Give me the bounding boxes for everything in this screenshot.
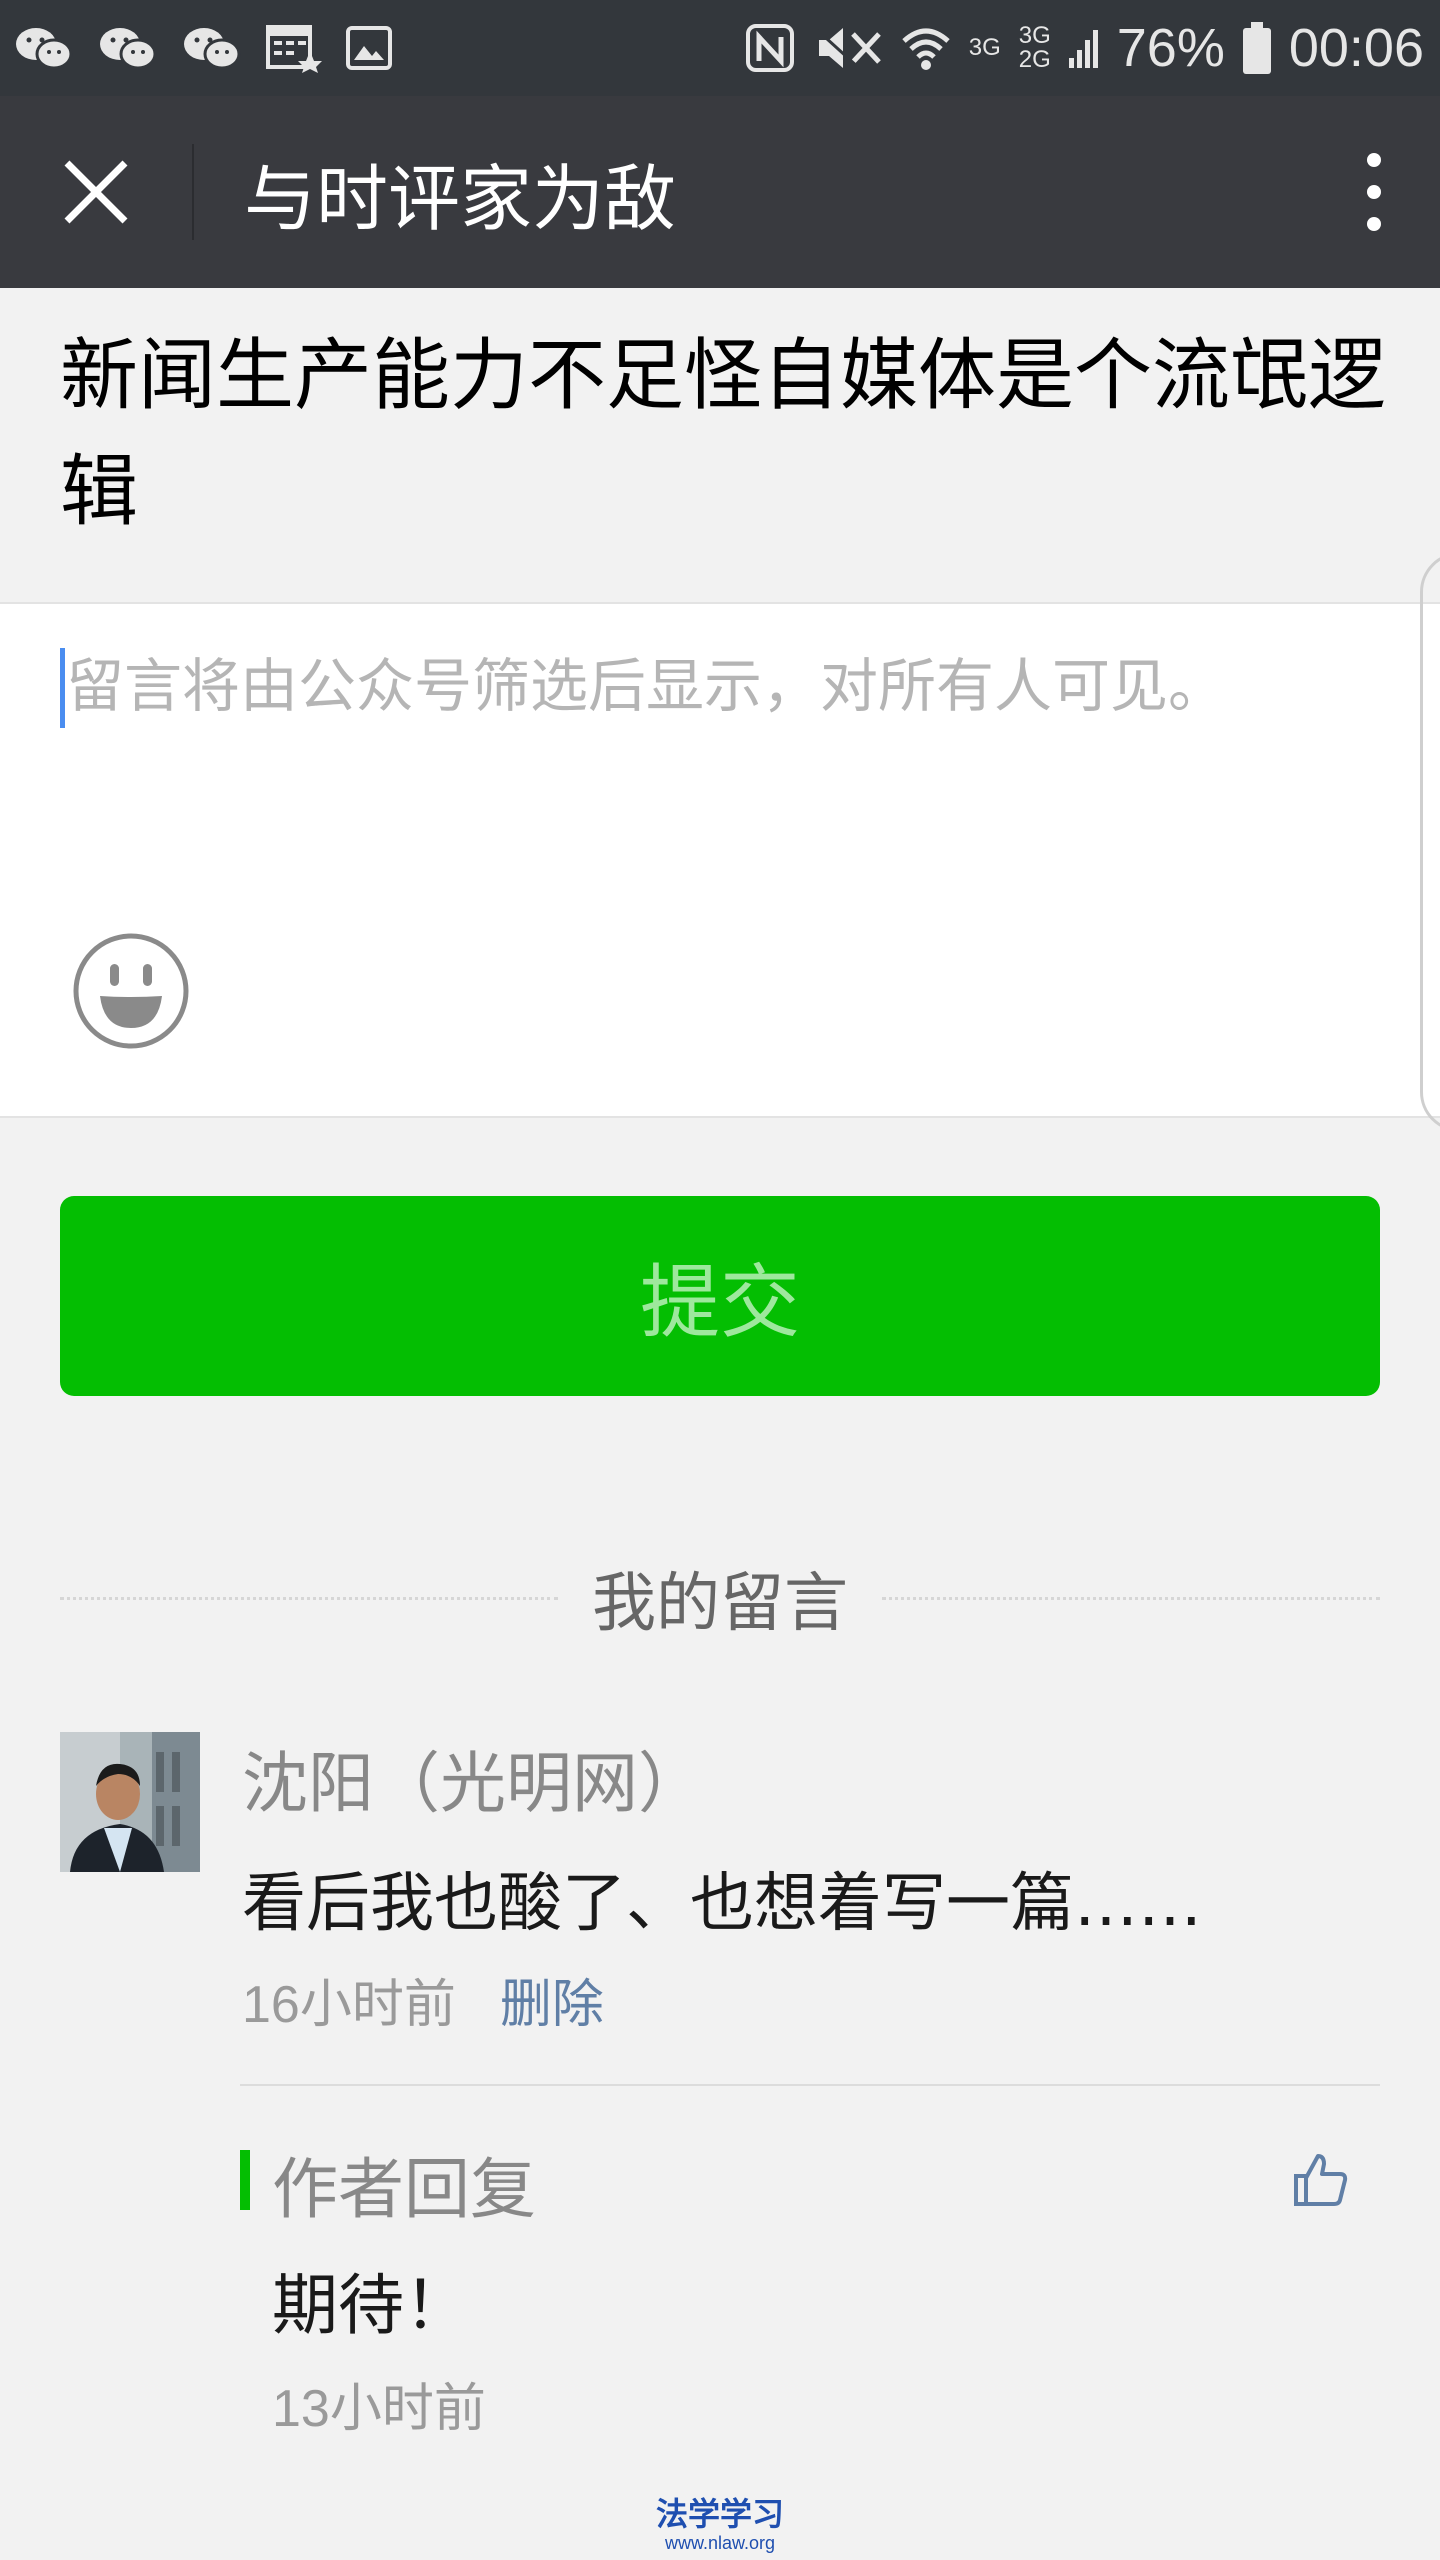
watermark: 法学学习 www.nlaw.org — [640, 2496, 800, 2554]
comment-meta: 16小时前 删除 — [242, 1962, 604, 2037]
network-3g: 3G — [968, 34, 1001, 61]
divider-line — [60, 1596, 558, 1600]
comment-input[interactable] — [66, 644, 1386, 844]
emoji-button[interactable] — [72, 932, 190, 1050]
nfc-icon — [745, 23, 795, 73]
submit-button[interactable]: 提交 — [60, 1196, 1380, 1396]
author-reply-time: 13小时前 — [272, 2380, 486, 2438]
watermark-text: 法学学习 — [655, 2495, 784, 2533]
more-button[interactable] — [1308, 96, 1440, 288]
status-system: 3G 3G 2G 76% 00:06 — [727, 17, 1424, 79]
reply-divider — [240, 2084, 1380, 2086]
clock: 00:06 — [1288, 18, 1424, 78]
wechat-icon — [14, 24, 74, 72]
text-caret — [60, 648, 65, 728]
header-divider — [192, 144, 194, 240]
my-comments-label: 我的留言 — [592, 1567, 848, 1641]
my-comments-header: 我的留言 — [60, 1548, 1380, 1648]
signal-icon — [1068, 26, 1099, 70]
edge-scroll-handle[interactable] — [1420, 552, 1440, 1132]
watermark-url: www.nlaw.org — [664, 2533, 776, 2553]
thumbs-up-icon — [1294, 2154, 1348, 2206]
like-button[interactable] — [1290, 2150, 1350, 2210]
comment-content: 看后我也酸了、也想着写一篇…… — [242, 1867, 1202, 1941]
close-icon — [64, 160, 128, 224]
comment-nickname: 沈阳（光明网） — [242, 1745, 704, 1822]
status-notifications — [14, 23, 416, 73]
avatar[interactable] — [60, 1732, 200, 1872]
divider-line — [882, 1596, 1380, 1600]
calendar-icon — [266, 23, 322, 73]
close-button[interactable] — [0, 96, 192, 288]
wechat-icon — [182, 24, 242, 72]
battery-icon — [1242, 22, 1271, 74]
more-vertical-icon — [1367, 153, 1381, 231]
reply-accent-bar — [240, 2150, 250, 2210]
wifi-icon — [901, 23, 951, 73]
delete-link[interactable]: 删除 — [500, 1962, 604, 2037]
comment-box — [0, 602, 1440, 1118]
article-title: 新闻生产能力不足怪自媒体是个流氓逻辑 — [60, 331, 1387, 537]
status-bar: 3G 3G 2G 76% 00:06 — [0, 0, 1440, 96]
emoji-icon — [73, 933, 189, 1049]
battery-percent: 76% — [1116, 18, 1225, 78]
author-reply-content: 期待！ — [272, 2267, 470, 2344]
comment-time: 16小时前 — [242, 1976, 456, 2034]
page-title: 与时评家为敌 — [244, 156, 677, 241]
mute-icon — [813, 24, 883, 72]
image-icon — [346, 24, 392, 72]
network-3g-2g: 3G 2G — [1018, 22, 1051, 73]
top-nav-bar: 与时评家为敌 — [0, 96, 1440, 288]
author-reply-label: 作者回复 — [272, 2151, 536, 2228]
wechat-icon — [98, 24, 158, 72]
